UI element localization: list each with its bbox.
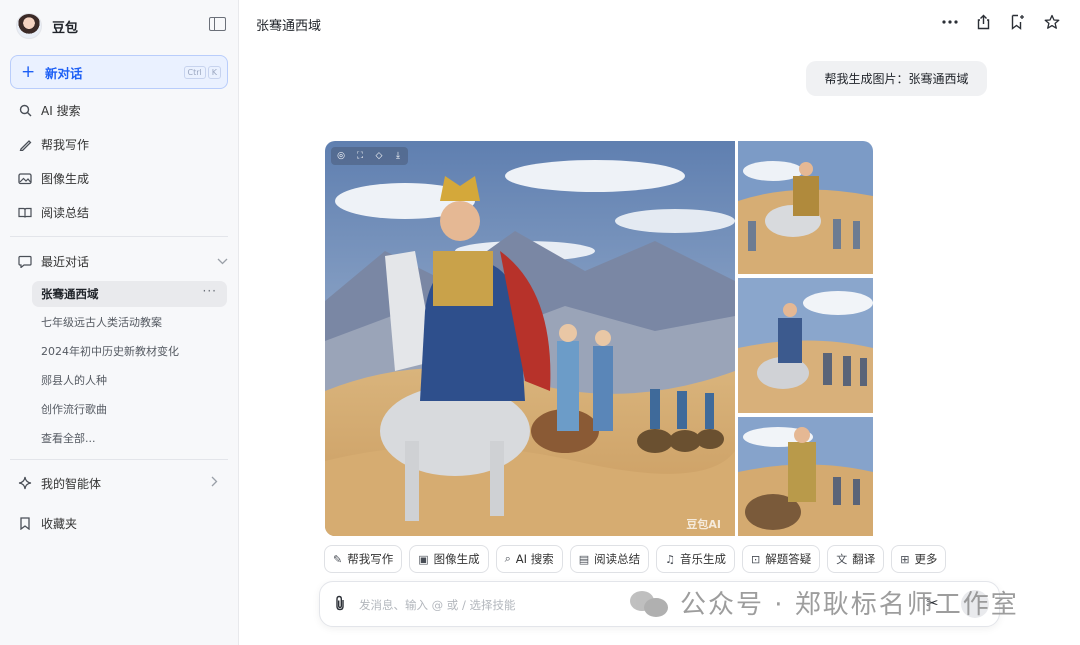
sidebar-item-label: 收藏夹 xyxy=(41,516,78,531)
page-title: 张骞通西域 xyxy=(256,19,322,34)
translate-icon: 文 xyxy=(836,553,848,566)
chip-label: 更多 xyxy=(914,552,938,566)
image-icon: ▣ xyxy=(418,552,429,566)
header-actions xyxy=(941,13,1060,30)
divider xyxy=(10,236,228,237)
wechat-watermark: 公众号 · 郑耿标名师工作室 xyxy=(630,584,1019,621)
shortcut-hint: Ctrl K xyxy=(183,66,221,79)
sidebar-item-label: 图像生成 xyxy=(41,171,90,186)
avatar[interactable] xyxy=(16,13,42,39)
erase-icon[interactable]: ◇ xyxy=(373,151,385,161)
thumbnail-illustration xyxy=(738,417,873,536)
generated-image-main[interactable]: ◎ ⛶ ◇ ⤓ 豆包AI xyxy=(325,141,735,536)
attachment-icon[interactable] xyxy=(334,595,346,615)
sidebar-item-image-gen[interactable]: 图像生成 xyxy=(18,167,89,189)
chip-read-summary[interactable]: ▤ 阅读总结 xyxy=(569,545,650,573)
chip-label: 阅读总结 xyxy=(594,552,641,566)
divider xyxy=(10,459,228,460)
chat-bubble-icon xyxy=(18,254,32,268)
chip-label: AI 搜索 xyxy=(515,552,554,566)
share-icon[interactable] xyxy=(975,13,992,30)
pen-icon xyxy=(18,137,32,151)
regenerate-icon[interactable]: ◎ xyxy=(335,151,347,161)
chip-write[interactable]: ✎ 帮我写作 xyxy=(324,545,403,573)
expand-icon[interactable]: ⛶ xyxy=(354,151,366,161)
sidebar-item-ai-search[interactable]: AI 搜索 xyxy=(18,99,81,121)
watermark-text: 公众号 · 郑耿标名师工作室 xyxy=(680,590,1019,620)
book-icon: ▤ xyxy=(578,552,590,566)
bookmark-add-icon[interactable] xyxy=(1009,13,1026,30)
chip-label: 音乐生成 xyxy=(680,552,726,566)
sidebar: 豆包 + 新对话 Ctrl K AI 搜索 帮我写作 图像生成 阅读总结 最近对… xyxy=(0,0,239,645)
recent-chats-header[interactable]: 最近对话 xyxy=(18,250,228,272)
image-icon xyxy=(18,171,32,185)
book-icon xyxy=(18,205,32,219)
generated-image-gallery: ◎ ⛶ ◇ ⤓ 豆包AI xyxy=(325,141,873,536)
message-input-placeholder: 发消息、输入 @ 或 / 选择技能 xyxy=(359,598,516,612)
search-icon: ⌕ xyxy=(504,552,511,565)
chip-more[interactable]: ⊞ 更多 xyxy=(891,545,947,573)
chip-ai-search[interactable]: ⌕ AI 搜索 xyxy=(495,545,563,573)
sparkle-icon xyxy=(18,476,32,490)
new-chat-label: 新对话 xyxy=(45,65,83,81)
brand-name: 豆包 xyxy=(52,20,79,36)
new-chat-button[interactable]: + 新对话 Ctrl K xyxy=(10,55,228,89)
image-toolbar: ◎ ⛶ ◇ ⤓ xyxy=(331,147,408,165)
sidebar-item-label: 阅读总结 xyxy=(41,205,90,220)
history-item[interactable]: 创作流行歌曲 xyxy=(41,402,107,418)
grid-icon: ⊞ xyxy=(900,552,910,566)
sidebar-item-agents[interactable]: 我的智能体 xyxy=(18,472,218,494)
chip-image-gen[interactable]: ▣ 图像生成 xyxy=(409,545,489,573)
star-icon[interactable] xyxy=(1043,13,1060,30)
shortcut-key-ctrl: Ctrl xyxy=(183,66,206,79)
more-icon[interactable] xyxy=(941,13,958,30)
chip-label: 帮我写作 xyxy=(347,552,394,566)
wechat-icon xyxy=(630,587,670,619)
sidebar-toggle-icon[interactable] xyxy=(209,17,226,31)
brand[interactable]: 豆包 xyxy=(16,10,78,42)
generated-image-thumb-2[interactable] xyxy=(738,278,873,413)
sidebar-item-read-summary[interactable]: 阅读总结 xyxy=(18,201,89,223)
plus-icon: + xyxy=(21,61,36,82)
question-icon: ⊡ xyxy=(751,552,761,566)
more-options-icon[interactable]: ··· xyxy=(203,284,217,298)
desert-cavalry-illustration xyxy=(325,141,735,536)
generated-image-thumb-1[interactable] xyxy=(738,141,873,274)
chip-translate[interactable]: 文翻译 xyxy=(827,545,885,573)
history-item[interactable]: 七年级远古人类活动教案 xyxy=(41,315,162,331)
history-item[interactable]: 2024年初中历史新教材变化 xyxy=(41,344,179,360)
history-item-active[interactable]: 张骞通西域 ··· xyxy=(32,281,227,307)
chip-label: 翻译 xyxy=(852,552,876,566)
sidebar-item-label: 我的智能体 xyxy=(41,476,102,491)
pen-icon: ✎ xyxy=(333,552,343,566)
download-icon[interactable]: ⤓ xyxy=(392,151,404,161)
skill-chips: ✎ 帮我写作 ▣ 图像生成 ⌕ AI 搜索 ▤ 阅读总结 ♫ 音乐生成 ⊡ 解题答疑 文翻译… xyxy=(324,545,947,573)
sidebar-item-favorites[interactable]: 收藏夹 xyxy=(18,512,77,534)
chevron-down-icon[interactable] xyxy=(217,255,228,268)
recent-chats-label: 最近对话 xyxy=(41,254,90,269)
music-note-icon: ♫ xyxy=(665,552,675,566)
history-item-label: 张骞通西域 xyxy=(41,287,99,301)
see-all-link[interactable]: 查看全部... xyxy=(41,431,96,447)
chip-label: 解题答疑 xyxy=(765,552,812,566)
sidebar-item-label: 帮我写作 xyxy=(41,137,90,152)
sidebar-item-label: AI 搜索 xyxy=(41,103,81,118)
shortcut-key-k: K xyxy=(207,66,221,79)
history-item[interactable]: 郧县人的人种 xyxy=(41,373,107,389)
chip-label: 图像生成 xyxy=(433,552,480,566)
chip-solve[interactable]: ⊡ 解题答疑 xyxy=(742,545,821,573)
thumbnail-illustration xyxy=(738,141,873,274)
chip-music-gen[interactable]: ♫ 音乐生成 xyxy=(656,545,735,573)
thumbnail-illustration xyxy=(738,278,873,413)
search-icon xyxy=(18,103,32,117)
image-watermark: 豆包AI xyxy=(686,518,721,531)
generated-image-thumb-3[interactable] xyxy=(738,417,873,536)
user-message-bubble: 帮我生成图片：张骞通西域 xyxy=(806,61,987,96)
sidebar-item-write[interactable]: 帮我写作 xyxy=(18,133,89,155)
bookmark-icon xyxy=(18,516,32,530)
chevron-right-icon xyxy=(211,476,218,490)
